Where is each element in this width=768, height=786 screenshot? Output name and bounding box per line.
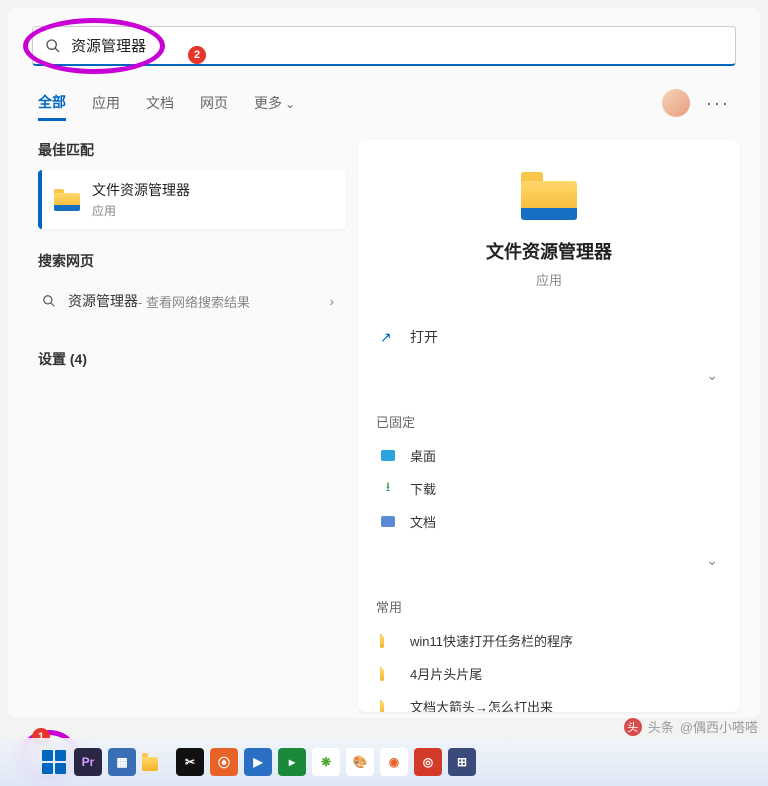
taskbar-firefox-icon[interactable]: ◉ <box>380 748 408 776</box>
watermark-icon: 头 <box>624 718 642 736</box>
frequent-item[interactable]: 文档大箭头→怎么打出来 <box>376 690 722 712</box>
pinned-item-icon: ⭳ <box>380 482 396 496</box>
chevron-down-icon: ⌄ <box>706 552 718 569</box>
taskbar-explorer-icon[interactable] <box>142 748 170 776</box>
search-bar[interactable] <box>32 26 736 66</box>
preview-subtitle: 应用 <box>376 270 722 289</box>
open-action[interactable]: ↗ 打开 <box>376 317 722 357</box>
taskbar-start-icon[interactable] <box>40 748 68 776</box>
taskbar-evernote-icon[interactable]: ❋ <box>312 748 340 776</box>
expand-action[interactable]: ⌄ <box>376 357 722 394</box>
taskbar: Pr▦ ✂⦿▶▸❋🎨◉◎⊞ <box>0 738 768 786</box>
tab-all[interactable]: 全部 <box>38 86 66 121</box>
web-suffix: - 查看网络搜索结果 <box>138 292 250 311</box>
best-match-title: 文件资源管理器 <box>92 180 190 200</box>
pinned-item-icon <box>380 515 396 529</box>
folder-icon <box>380 634 396 648</box>
search-input[interactable] <box>71 37 723 54</box>
preview-pane: 文件资源管理器 应用 ↗ 打开 ⌄ 已固定 桌面⭳下载文档 ⌄ 常用 win11… <box>358 140 740 712</box>
taskbar-app-red-icon[interactable]: ◎ <box>414 748 442 776</box>
chevron-down-icon: ⌄ <box>706 367 718 384</box>
preview-title: 文件资源管理器 <box>376 238 722 264</box>
tab-more[interactable]: 更多 <box>254 87 295 119</box>
tab-docs[interactable]: 文档 <box>146 87 174 119</box>
file-explorer-icon <box>54 189 80 211</box>
best-match-header: 最佳匹配 <box>38 140 358 160</box>
chevron-right-icon: › <box>329 293 334 309</box>
folder-icon <box>380 700 396 713</box>
pinned-item[interactable]: ⭳下载 <box>376 472 722 505</box>
search-icon <box>42 294 56 308</box>
taskbar-grid-icon[interactable]: ⊞ <box>448 748 476 776</box>
open-icon: ↗ <box>380 329 396 346</box>
folder-icon <box>380 667 396 681</box>
best-match-result[interactable]: 文件资源管理器 应用 <box>38 170 346 229</box>
annotation-badge-2: 2 <box>188 46 206 64</box>
taskbar-video-icon[interactable]: ▶ <box>244 748 272 776</box>
settings-results[interactable]: 设置 (4) <box>38 343 358 375</box>
tab-web[interactable]: 网页 <box>200 87 228 119</box>
best-match-subtitle: 应用 <box>92 202 190 219</box>
search-icon <box>45 38 61 54</box>
pinned-item-icon <box>380 449 396 463</box>
taskbar-app-orange-icon[interactable]: ⦿ <box>210 748 238 776</box>
taskbar-calculator-icon[interactable]: ▦ <box>108 748 136 776</box>
pinned-header: 已固定 <box>376 412 722 431</box>
pinned-item[interactable]: 桌面 <box>376 439 722 472</box>
watermark: 头 头条 @偶西小嗒嗒 <box>624 717 758 736</box>
taskbar-paint-icon[interactable]: 🎨 <box>346 748 374 776</box>
more-options-icon[interactable]: ··· <box>706 93 730 114</box>
tab-apps[interactable]: 应用 <box>92 87 120 119</box>
taskbar-premiere-icon[interactable]: Pr <box>74 748 102 776</box>
taskbar-media-icon[interactable]: ▸ <box>278 748 306 776</box>
filter-tabs: 全部 应用 文档 网页 更多 ··· <box>8 76 760 122</box>
web-search-result[interactable]: 资源管理器 - 查看网络搜索结果 › <box>38 281 346 321</box>
frequent-item[interactable]: 4月片头片尾 <box>376 657 722 690</box>
frequent-header: 常用 <box>376 597 722 616</box>
frequent-item[interactable]: win11快速打开任务栏的程序 <box>376 624 722 657</box>
expand-pinned[interactable]: ⌄ <box>376 542 722 579</box>
web-search-header: 搜索网页 <box>38 251 358 271</box>
web-term: 资源管理器 <box>68 291 138 311</box>
user-avatar[interactable] <box>662 89 690 117</box>
file-explorer-large-icon <box>521 172 577 220</box>
pinned-item[interactable]: 文档 <box>376 505 722 538</box>
taskbar-capcut-icon[interactable]: ✂ <box>176 748 204 776</box>
